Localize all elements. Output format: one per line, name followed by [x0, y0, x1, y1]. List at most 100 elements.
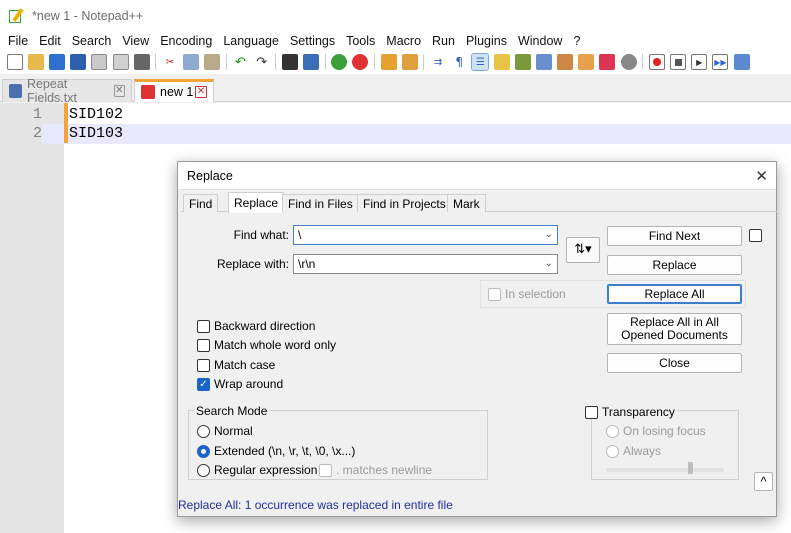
close-file-icon[interactable] — [91, 54, 108, 70]
close-icon[interactable]: ✕ — [113, 85, 125, 97]
tab-find-in-files[interactable]: Find in Files — [282, 194, 359, 212]
save-icon[interactable] — [48, 54, 65, 70]
match-whole-word-checkbox[interactable]: Match whole word only — [197, 338, 336, 352]
undo-icon[interactable]: ↶ — [232, 54, 248, 70]
folder-as-workspace-icon[interactable] — [578, 54, 595, 70]
menu-search[interactable]: Search — [68, 34, 119, 48]
editor-line-current[interactable]: 2 SID103 — [0, 124, 791, 144]
find-what-label: Find what: — [233, 228, 289, 242]
print-icon[interactable] — [133, 54, 150, 70]
in-selection-checkbox[interactable]: In selection — [488, 287, 566, 301]
chevron-down-icon[interactable]: ⌄ — [545, 226, 553, 244]
checkbox-box — [197, 358, 210, 372]
mode-extended-radio[interactable]: Extended (\n, \r, \t, \0, \x...) — [197, 444, 355, 458]
show-all-characters-icon[interactable]: ¶ — [451, 54, 467, 70]
wrap-around-checkbox[interactable]: ✓ Wrap around — [197, 377, 283, 391]
menu-file[interactable]: File — [4, 34, 35, 48]
macro-stop-icon[interactable] — [670, 54, 687, 70]
menu-plugins[interactable]: Plugins — [462, 34, 514, 48]
dialog-tabs: Find Replace Find in Files Find in Proje… — [181, 192, 777, 213]
open-file-icon[interactable] — [27, 54, 44, 70]
replace-all-in-opened-documents-button[interactable]: Replace All in All Opened Documents — [607, 313, 742, 345]
menu-edit[interactable]: Edit — [35, 34, 68, 48]
tab-repeat-fields[interactable]: Repeat Fields.txt ✕ — [2, 77, 132, 105]
macro-record-icon[interactable] — [648, 54, 665, 70]
swap-find-replace-button[interactable]: ⇅▾ — [566, 237, 600, 263]
dialog-title-bar[interactable]: Replace ✕ — [178, 162, 776, 190]
tab-mark[interactable]: Mark — [447, 194, 486, 212]
replace-icon[interactable] — [303, 54, 320, 70]
redo-icon[interactable]: ↷ — [254, 54, 270, 70]
close-icon[interactable]: ✕ — [755, 167, 768, 185]
mode-regex-radio[interactable]: Regular expression — [197, 463, 317, 477]
replace-with-input[interactable]: \r\n ⌄ — [293, 254, 558, 274]
tab-find[interactable]: Find — [183, 194, 219, 212]
menu-help[interactable]: ? — [569, 34, 587, 48]
macro-play-icon[interactable]: ▶ — [691, 54, 708, 70]
monitoring-icon[interactable] — [599, 54, 616, 70]
transparency-slider-thumb[interactable] — [688, 462, 693, 474]
document-map-icon[interactable] — [514, 54, 531, 70]
close-all-icon[interactable] — [112, 54, 129, 70]
mode-normal-radio[interactable]: Normal — [197, 424, 253, 438]
indent-guide-icon[interactable]: ☰ — [471, 53, 490, 71]
word-wrap-icon[interactable]: ⇉ — [430, 54, 446, 70]
find-icon[interactable] — [281, 54, 298, 70]
close-button[interactable]: Close — [607, 353, 742, 373]
sync-horizontal-icon[interactable] — [401, 54, 418, 70]
tab-find-in-projects[interactable]: Find in Projects — [357, 194, 452, 212]
cut-icon[interactable]: ✂ — [162, 54, 178, 70]
menu-view[interactable]: View — [118, 34, 156, 48]
user-language-icon[interactable] — [493, 54, 510, 70]
save-all-icon[interactable] — [70, 54, 87, 70]
replace-button[interactable]: Replace — [607, 255, 742, 275]
record-disabled-icon[interactable] — [620, 54, 637, 70]
menu-settings[interactable]: Settings — [286, 34, 342, 48]
transparency-label: Transparency — [602, 405, 675, 419]
always-radio[interactable]: Always — [606, 444, 661, 458]
on-losing-focus-radio[interactable]: On losing focus — [606, 424, 706, 438]
change-history-bar — [64, 103, 68, 143]
tab-label: Repeat Fields.txt — [26, 77, 77, 105]
zoom-in-icon[interactable] — [331, 54, 348, 70]
line-text[interactable]: SID103 — [69, 124, 123, 144]
chevron-down-icon[interactable]: ⌄ — [545, 255, 553, 273]
toolbar-separator — [225, 54, 227, 70]
menu-tools[interactable]: Tools — [342, 34, 382, 48]
toolbar-separator — [374, 54, 375, 70]
backward-direction-checkbox[interactable]: Backward direction — [197, 319, 315, 333]
sync-vertical-icon[interactable] — [380, 54, 397, 70]
menu-language[interactable]: Language — [219, 34, 286, 48]
collapse-dialog-button[interactable]: ^ — [754, 472, 773, 491]
transparency-checkbox[interactable]: Transparency — [585, 405, 677, 419]
match-case-checkbox[interactable]: Match case — [197, 358, 275, 372]
function-list-icon[interactable] — [557, 54, 574, 70]
zoom-out-icon[interactable] — [352, 54, 369, 70]
toolbar-separator — [642, 54, 644, 70]
menu-macro[interactable]: Macro — [382, 34, 428, 48]
editor-line[interactable]: 1 SID102 — [0, 105, 791, 125]
mode-label: Regular expression — [214, 463, 318, 477]
saved-file-icon — [9, 84, 22, 98]
find-next-button[interactable]: Find Next — [607, 226, 742, 246]
paste-icon[interactable] — [204, 54, 221, 70]
find-next-option-checkbox[interactable] — [749, 229, 762, 242]
line-text[interactable]: SID102 — [69, 105, 123, 125]
menu-encoding[interactable]: Encoding — [156, 34, 219, 48]
find-what-value: \ — [298, 228, 302, 242]
matches-newline-checkbox[interactable]: . matches newline — [319, 463, 432, 477]
close-icon[interactable]: ✕ — [195, 86, 207, 98]
menu-window[interactable]: Window — [514, 34, 569, 48]
replace-with-label: Replace with: — [216, 257, 289, 271]
line-number: 1 — [32, 106, 42, 123]
new-file-icon[interactable] — [6, 54, 23, 70]
menu-run[interactable]: Run — [428, 34, 462, 48]
replace-all-button[interactable]: Replace All — [607, 284, 742, 304]
tab-replace[interactable]: Replace — [228, 192, 285, 213]
copy-icon[interactable] — [183, 54, 200, 70]
document-list-icon[interactable] — [535, 54, 552, 70]
macro-play-multiple-icon[interactable]: ▶▶ — [712, 54, 729, 70]
tab-new-1[interactable]: new 1 ✕ — [134, 79, 214, 102]
find-what-input[interactable]: \ ⌄ — [293, 225, 558, 245]
macro-save-icon[interactable] — [733, 54, 750, 70]
